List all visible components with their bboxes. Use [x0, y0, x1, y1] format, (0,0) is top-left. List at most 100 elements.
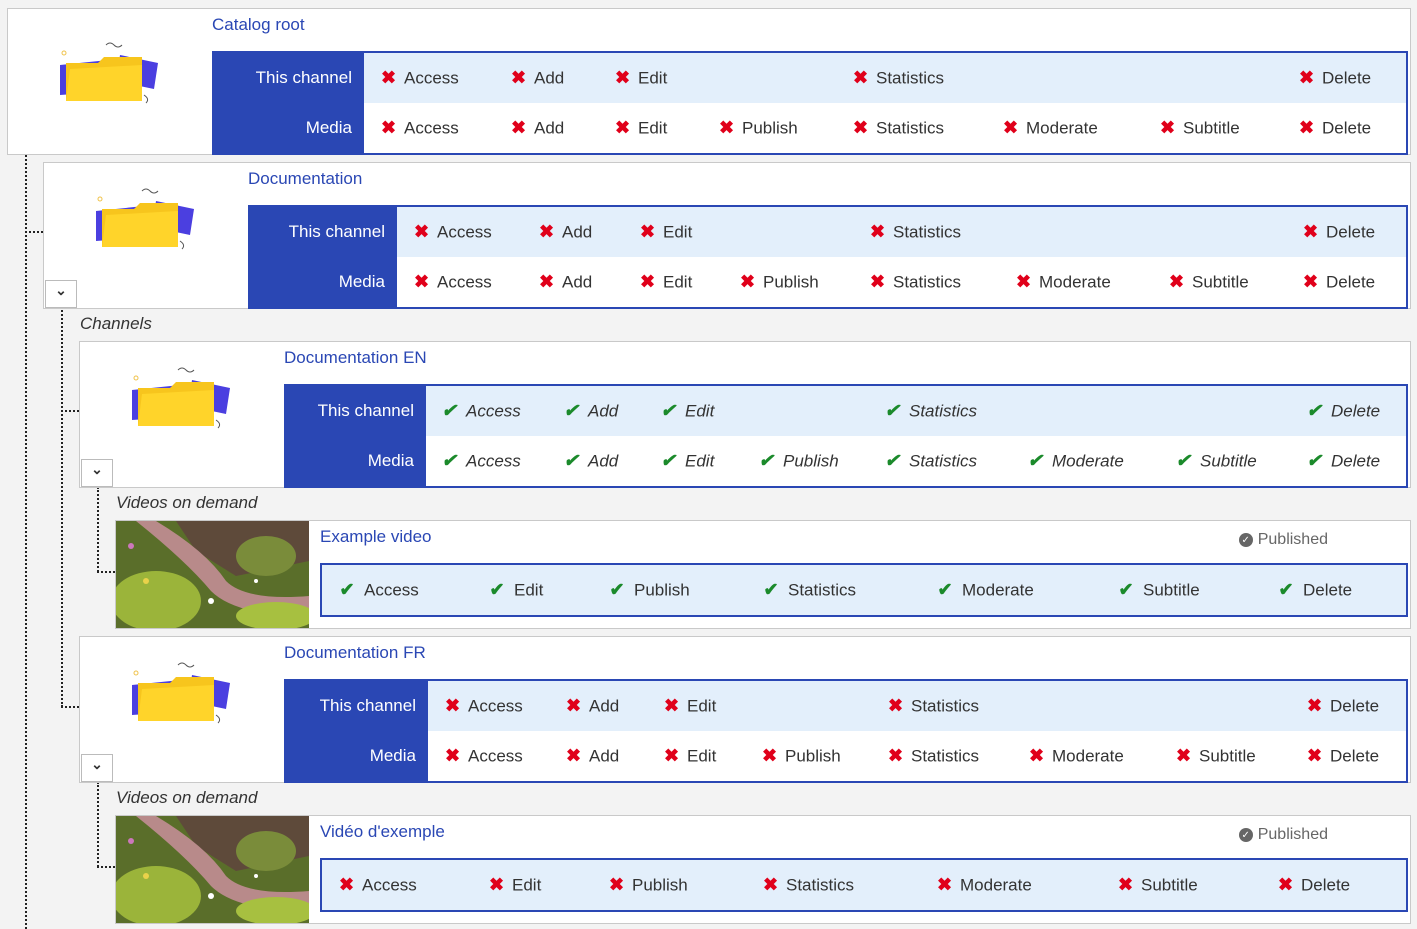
- channel-card-documentation[interactable]: ⌄ Documentation This channel Media ✖ Acce…: [43, 162, 1411, 309]
- perm-edit[interactable]: ✔ Edit: [660, 401, 714, 422]
- perm-statistics[interactable]: ✔ Statistics: [884, 401, 977, 422]
- check-icon: ✔: [1306, 400, 1322, 421]
- x-mark-icon: ✖: [609, 874, 625, 895]
- x-mark-icon: ✖: [1003, 117, 1019, 138]
- perm-add[interactable]: ✖ Add: [511, 68, 564, 89]
- perm-delete[interactable]: ✔ Delete: [1306, 451, 1380, 472]
- folder-icon: [132, 662, 230, 724]
- perm-publish[interactable]: ✖ Publish: [719, 118, 798, 139]
- perm-publish[interactable]: ✖ Publish: [762, 746, 841, 767]
- perm-subtitle[interactable]: ✔ Subtitle: [1175, 451, 1256, 472]
- perm-add[interactable]: ✖ Add: [539, 222, 592, 243]
- perm-moderate[interactable]: ✖ Moderate: [1029, 746, 1124, 767]
- perm-subtitle[interactable]: ✖ Subtitle: [1176, 746, 1256, 767]
- perm-delete[interactable]: ✖ Delete: [1299, 118, 1371, 139]
- channel-title[interactable]: Documentation EN: [284, 348, 427, 368]
- perm-edit[interactable]: ✖ Edit: [640, 272, 692, 293]
- perm-statistics[interactable]: ✖ Statistics: [853, 68, 944, 89]
- perm-edit[interactable]: ✔ Edit: [489, 580, 543, 601]
- perm-publish[interactable]: ✔ Publish: [758, 450, 838, 472]
- perm-access[interactable]: ✔ Access: [441, 451, 520, 472]
- perm-edit[interactable]: ✖ Edit: [664, 746, 716, 767]
- perm-statistics[interactable]: ✖ Statistics: [888, 746, 979, 767]
- perm-edit[interactable]: ✔ Edit: [660, 451, 714, 472]
- perm-statistics[interactable]: ✖ Statistics: [888, 696, 979, 717]
- channel-card-documentation-fr[interactable]: ⌄ Documentation FR This channel Media ✖ A…: [79, 636, 1411, 783]
- perm-statistics[interactable]: ✔ Statistics: [884, 451, 977, 472]
- perm-add[interactable]: ✔ Add: [563, 451, 618, 472]
- perm-access[interactable]: ✖ Access: [381, 68, 459, 89]
- perm-moderate[interactable]: ✖ Moderate: [937, 875, 1032, 896]
- perm-subtitle[interactable]: ✖ Subtitle: [1160, 118, 1240, 139]
- x-mark-icon: ✖: [937, 874, 953, 895]
- perm-row-this-channel: ✖ Access ✖ Add ✖ Edit ✖ Statistics ✖ Delete: [428, 681, 1406, 731]
- perm-edit[interactable]: ✖ Edit: [615, 68, 667, 89]
- perm-add[interactable]: ✖ Add: [566, 746, 619, 767]
- x-mark-icon: ✖: [511, 117, 527, 138]
- perm-moderate[interactable]: ✔ Moderate: [937, 580, 1033, 601]
- channel-title[interactable]: Catalog root: [212, 15, 305, 35]
- perm-access[interactable]: ✖ Access: [414, 272, 492, 293]
- perm-moderate[interactable]: ✖ Moderate: [1003, 118, 1098, 139]
- perm-delete[interactable]: ✖ Delete: [1299, 68, 1371, 89]
- video-card-exemple[interactable]: Vidéo d'exemple ✓ Published ✖ Access ✖ Edit…: [115, 815, 1411, 924]
- video-thumbnail[interactable]: [116, 816, 309, 923]
- perm-delete[interactable]: ✖ Delete: [1303, 222, 1375, 243]
- x-mark-icon: ✖: [489, 874, 505, 895]
- perm-access[interactable]: ✔ Access: [339, 580, 418, 601]
- perm-moderate[interactable]: ✖ Moderate: [1016, 272, 1111, 293]
- perm-statistics[interactable]: ✖ Statistics: [763, 875, 854, 896]
- channel-card-catalog-root[interactable]: Catalog root This channel Media ✖ Access …: [7, 8, 1411, 155]
- video-thumbnail[interactable]: [116, 521, 309, 628]
- x-mark-icon: ✖: [1307, 745, 1323, 766]
- perm-access[interactable]: ✖ Access: [445, 696, 523, 717]
- video-title[interactable]: Vidéo d'exemple: [320, 822, 445, 842]
- perm-add[interactable]: ✖ Add: [539, 272, 592, 293]
- channel-title[interactable]: Documentation: [248, 169, 362, 189]
- video-card-example[interactable]: Example video ✓ Published ✔ Access ✔ Edit ✔…: [115, 520, 1411, 629]
- perm-subtitle[interactable]: ✖ Subtitle: [1118, 875, 1198, 896]
- perm-edit[interactable]: ✖ Edit: [640, 222, 692, 243]
- perm-statistics[interactable]: ✖ Statistics: [870, 222, 961, 243]
- perm-add[interactable]: ✖ Add: [566, 696, 619, 717]
- perm-moderate[interactable]: ✔ Moderate: [1027, 451, 1123, 472]
- video-title[interactable]: Example video: [320, 527, 432, 547]
- x-mark-icon: ✖: [1303, 221, 1319, 242]
- x-mark-icon: ✖: [1176, 745, 1192, 766]
- perm-access[interactable]: ✖ Access: [414, 222, 492, 243]
- perm-add[interactable]: ✔ Add: [563, 401, 618, 422]
- channel-title[interactable]: Documentation FR: [284, 643, 426, 663]
- perm-edit[interactable]: ✖ Edit: [664, 696, 716, 717]
- tree-line: [97, 782, 99, 867]
- perm-statistics[interactable]: ✖ Statistics: [870, 272, 961, 293]
- perm-access[interactable]: ✖ Access: [381, 118, 459, 139]
- channel-card-documentation-en[interactable]: ⌄ Documentation EN This channel Media ✔ A…: [79, 341, 1411, 488]
- perm-add[interactable]: ✖ Add: [511, 118, 564, 139]
- perm-statistics[interactable]: ✔ Statistics: [763, 580, 856, 601]
- row-label-media: Media: [286, 436, 426, 486]
- perm-delete[interactable]: ✖ Delete: [1307, 696, 1379, 717]
- expand-toggle[interactable]: ⌄: [45, 280, 77, 308]
- perm-delete[interactable]: ✔ Delete: [1278, 580, 1352, 601]
- perm-access[interactable]: ✖ Access: [339, 875, 417, 896]
- x-mark-icon: ✖: [1299, 117, 1315, 138]
- expand-toggle[interactable]: ⌄: [81, 459, 113, 487]
- perm-delete[interactable]: ✖ Delete: [1303, 272, 1375, 293]
- x-mark-icon: ✖: [1118, 874, 1134, 895]
- row-label-this-channel: This channel: [286, 681, 428, 731]
- perm-statistics[interactable]: ✖ Statistics: [853, 118, 944, 139]
- perm-publish[interactable]: ✖ Publish: [740, 272, 819, 293]
- perm-publish[interactable]: ✔ Publish: [609, 580, 689, 601]
- perm-publish[interactable]: ✖ Publish: [609, 875, 688, 896]
- perm-delete[interactable]: ✖ Delete: [1307, 746, 1379, 767]
- perm-access[interactable]: ✖ Access: [445, 746, 523, 767]
- perm-delete[interactable]: ✔ Delete: [1306, 401, 1380, 422]
- perm-edit[interactable]: ✖ Edit: [489, 875, 541, 896]
- perm-edit[interactable]: ✖ Edit: [615, 118, 667, 139]
- perm-delete[interactable]: ✖ Delete: [1278, 875, 1350, 896]
- check-icon: ✔: [758, 450, 774, 471]
- perm-access[interactable]: ✔ Access: [441, 401, 520, 422]
- expand-toggle[interactable]: ⌄: [81, 754, 113, 782]
- perm-subtitle[interactable]: ✖ Subtitle: [1169, 272, 1249, 293]
- perm-subtitle[interactable]: ✔ Subtitle: [1118, 580, 1199, 601]
